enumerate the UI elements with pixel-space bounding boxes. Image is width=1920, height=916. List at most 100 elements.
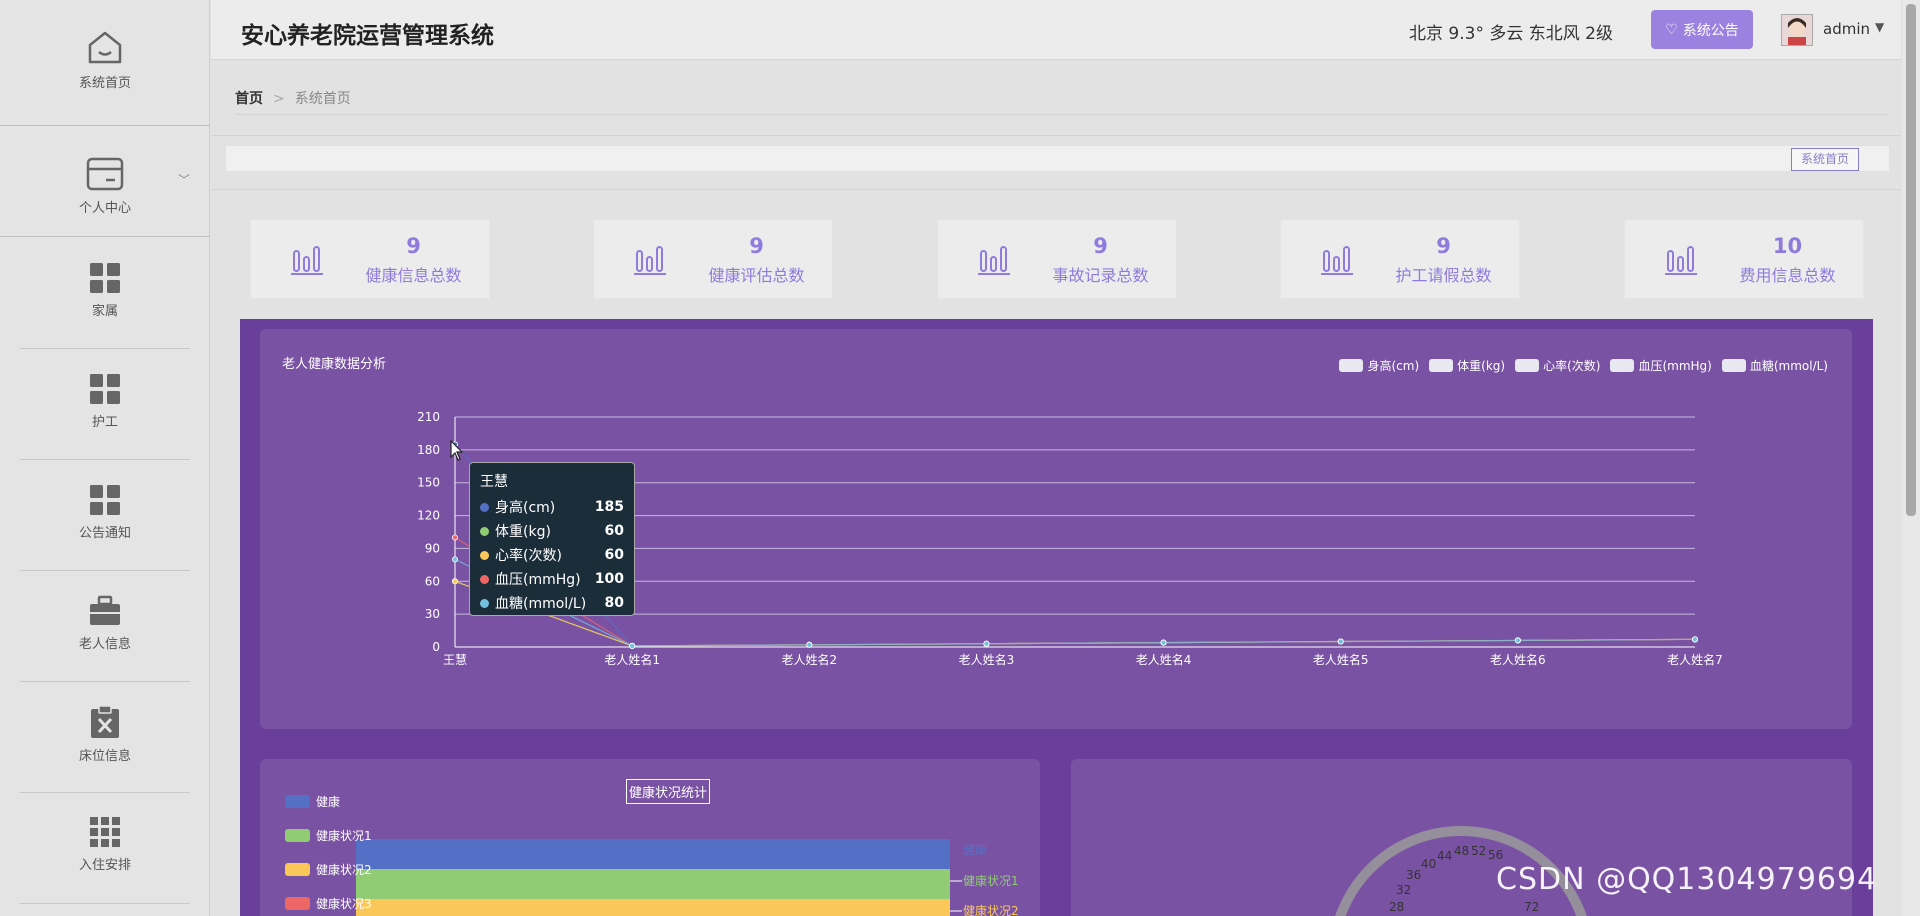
avatar[interactable] — [1781, 14, 1813, 46]
breadcrumb-home[interactable]: 首页 — [235, 91, 263, 107]
bar-chart-icon — [1321, 246, 1353, 275]
series-line — [454, 580, 1696, 647]
data-point — [1692, 636, 1699, 643]
legend-item[interactable]: 心率(次数) — [1515, 357, 1600, 374]
legend-label: 体重(kg) — [1457, 359, 1506, 373]
bar-segment-status1[interactable] — [356, 869, 950, 899]
bar-chart-card: 健康 健康状况1 健康状况2 健康 健康状况1 健康状况2 健康状况3 健康状况… — [260, 759, 1040, 916]
system-notice-label: 系统公告 — [1682, 22, 1739, 39]
divider — [20, 903, 190, 904]
x-tick-label: 王慧 — [443, 652, 467, 667]
sidebar-item-label: 床位信息 — [78, 749, 131, 764]
system-notice-button[interactable]: ♡ 系统公告 — [1651, 10, 1753, 49]
sidebar-item-profile[interactable]: 个人中心 ﹀ — [0, 157, 210, 216]
breadcrumb-current: 系统首页 — [294, 91, 351, 107]
right-label: 健康状况2 — [963, 903, 1019, 916]
stat-value: 9 — [1436, 234, 1451, 258]
apps-grid-icon — [90, 817, 120, 847]
legend-item[interactable]: 健康状况2 — [285, 852, 372, 886]
sidebar-item-announcements[interactable]: 公告通知 — [0, 484, 210, 541]
divider — [20, 348, 190, 349]
sidebar-item-caregiver[interactable]: 护工 — [0, 373, 210, 430]
divider — [20, 792, 190, 793]
sidebar-item-bed-info[interactable]: 床位信息 — [0, 705, 210, 764]
y-tick-label: 30 — [425, 607, 440, 621]
y-tick-label: 150 — [417, 476, 440, 490]
sidebar-item-label: 护工 — [91, 415, 118, 430]
data-point — [451, 578, 458, 585]
sidebar-item-family[interactable]: 家属 — [0, 262, 210, 319]
sidebar-item-label: 入住安排 — [78, 858, 131, 873]
bar-segment-health[interactable] — [356, 839, 950, 869]
legend-label: 血压(mmHg) — [1638, 359, 1712, 373]
divider — [20, 570, 190, 571]
card-icon — [86, 157, 124, 191]
data-point — [1337, 638, 1344, 645]
stat-value: 9 — [406, 234, 421, 258]
stat-card-health-assessment[interactable]: 9 健康评估总数 — [593, 219, 833, 299]
tab-home[interactable]: 系统首页 — [1790, 148, 1859, 171]
data-point — [806, 641, 813, 648]
divider — [0, 236, 210, 237]
tooltip-row: 体重(kg) 60 — [480, 519, 624, 543]
legend-item[interactable]: 身高(cm) — [1339, 357, 1419, 374]
legend-item[interactable]: 健康 — [285, 784, 372, 818]
caret-down-icon[interactable]: ▼ — [1875, 20, 1884, 34]
divider — [211, 189, 1901, 190]
stat-label: 护工请假总数 — [1395, 266, 1492, 285]
weather-info: 北京 9.3° 多云 东北风 2级 — [1409, 24, 1613, 44]
data-point — [1514, 637, 1521, 644]
breadcrumb: 首页 > 系统首页 — [235, 88, 351, 108]
tooltip-row: 血压(mmHg) 100 — [480, 567, 624, 591]
divider — [235, 114, 1888, 115]
x-tick-label: 老人姓名4 — [1136, 652, 1192, 667]
tooltip-row: 血糖(mmol/L) 80 — [480, 591, 624, 615]
vertical-scrollbar[interactable] — [1902, 0, 1920, 916]
bar-chart-icon — [291, 246, 323, 275]
gauge-tick: 52 — [1471, 844, 1486, 858]
legend-item[interactable]: 血压(mmHg) — [1610, 357, 1712, 374]
legend-item[interactable]: 体重(kg) — [1429, 357, 1505, 374]
data-point — [451, 556, 458, 563]
legend-item[interactable]: 健康状况1 — [285, 818, 372, 852]
breadcrumb-separator: > — [273, 91, 285, 107]
y-tick-label: 120 — [417, 509, 440, 523]
x-tick-label: 老人姓名6 — [1490, 652, 1546, 667]
stat-card-health-info[interactable]: 9 健康信息总数 — [250, 219, 490, 299]
mouse-cursor-icon — [450, 440, 464, 461]
stat-value: 9 — [749, 234, 764, 258]
gauge-tick: 44 — [1437, 849, 1452, 863]
sidebar-item-home[interactable]: 系统首页 — [0, 28, 210, 91]
chevron-down-icon[interactable]: ﹀ — [178, 171, 190, 188]
bar-segment-status2[interactable] — [356, 899, 950, 916]
sidebar-item-checkin[interactable]: 入住安排 — [0, 816, 210, 873]
heart-icon: ♡ — [1665, 21, 1678, 38]
username[interactable]: admin — [1823, 20, 1870, 38]
stat-label: 健康评估总数 — [708, 266, 805, 285]
divider — [211, 135, 1901, 136]
data-point — [983, 640, 990, 647]
divider — [20, 681, 190, 682]
y-tick-label: 60 — [425, 574, 440, 588]
right-label: 健康状况1 — [963, 873, 1019, 888]
tab-bar: 系统首页 — [225, 145, 1890, 172]
gauge-tick: 72 — [1524, 900, 1539, 914]
stat-card-fee-info[interactable]: 10 费用信息总数 — [1624, 219, 1864, 299]
legend-item[interactable]: 健康状况3 — [285, 886, 372, 916]
sidebar-item-elderly-info[interactable]: 老人信息 — [0, 595, 210, 652]
bar-legend: 健康 健康状况1 健康状况2 健康状况3 — [285, 784, 372, 916]
x-tick-label: 老人姓名1 — [604, 652, 660, 667]
legend-swatch — [1610, 359, 1635, 372]
grid-icon — [90, 374, 120, 404]
stat-card-accident-records[interactable]: 9 事故记录总数 — [937, 219, 1177, 299]
x-tick-label: 老人姓名2 — [781, 652, 837, 667]
home-icon — [88, 31, 122, 64]
bar-chart-icon — [978, 246, 1010, 275]
sidebar-item-label: 家属 — [91, 304, 118, 319]
watermark-text: CSDN @QQ1304979694 — [1496, 862, 1878, 897]
stat-card-caregiver-leave[interactable]: 9 护工请假总数 — [1280, 219, 1520, 299]
legend-item[interactable]: 血糖(mmol/L) — [1721, 357, 1828, 374]
legend-label: 心率(次数) — [1543, 359, 1601, 373]
scrollbar-thumb[interactable] — [1906, 4, 1916, 516]
bar-chart-icon — [1665, 246, 1697, 275]
